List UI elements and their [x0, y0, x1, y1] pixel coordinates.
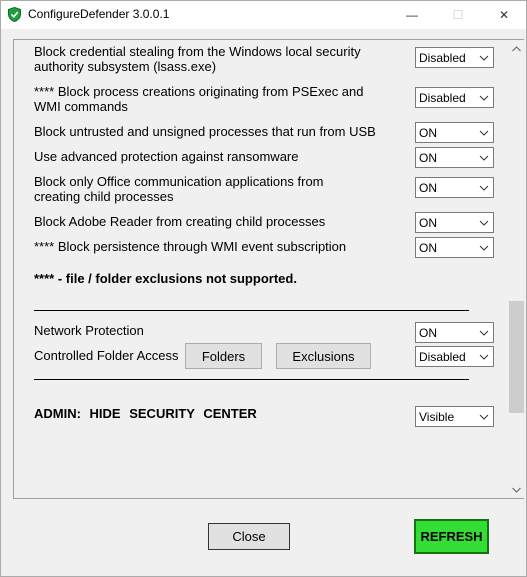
rule-select-psexec-wmi[interactable]: Disabled [415, 87, 494, 108]
scrollbar-thumb[interactable] [509, 301, 524, 413]
scroll-up-icon[interactable] [508, 40, 525, 57]
folders-button[interactable]: Folders [185, 343, 262, 369]
rule-label-wmi-persistence: **** Block persistence through WMI event… [34, 239, 347, 254]
exclusions-button[interactable]: Exclusions [276, 343, 371, 369]
network-protection-select[interactable]: ON [415, 322, 494, 343]
rule-label-office-communication: Block only Office communication applicat… [34, 174, 324, 204]
rule-label-adobe-reader: Block Adobe Reader from creating child p… [34, 214, 326, 229]
chevron-down-icon [479, 217, 489, 227]
controlled-folder-access-select[interactable]: Disabled [415, 346, 494, 367]
rule-select-office-communication[interactable]: ON [415, 177, 494, 198]
rule-select-usb-processes[interactable]: ON [415, 122, 494, 143]
scroll-down-icon[interactable] [508, 481, 525, 498]
close-window-button[interactable]: ✕ [481, 1, 527, 29]
title-bar[interactable]: ConfigureDefender 3.0.0.1 — ☐ ✕ [1, 1, 526, 29]
app-window: ConfigureDefender 3.0.0.1 — ☐ ✕ Block cr… [0, 0, 527, 577]
chevron-down-icon [479, 242, 489, 252]
refresh-button[interactable]: REFRESH [414, 519, 489, 554]
chevron-down-icon [479, 127, 489, 137]
rule-select-wmi-persistence[interactable]: ON [415, 237, 494, 258]
rule-label-usb-processes: Block untrusted and unsigned processes t… [34, 124, 376, 139]
maximize-button[interactable]: ☐ [435, 1, 481, 29]
rule-label-credential-stealing: Block credential stealing from the Windo… [34, 44, 361, 74]
close-button[interactable]: Close [208, 523, 290, 550]
chevron-down-icon [479, 411, 489, 421]
settings-panel: Block credential stealing from the Windo… [13, 39, 525, 499]
divider [34, 379, 469, 380]
chevron-down-icon [479, 92, 489, 102]
rule-label-ransomware: Use advanced protection against ransomwa… [34, 149, 299, 164]
chevron-down-icon [479, 351, 489, 361]
rule-select-ransomware[interactable]: ON [415, 147, 494, 168]
rule-select-adobe-reader[interactable]: ON [415, 212, 494, 233]
network-protection-label: Network Protection [34, 323, 144, 338]
controlled-folder-access-label: Controlled Folder Access [34, 348, 179, 363]
admin-hide-security-center-label: ADMIN: HIDE SECURITY CENTER [34, 406, 257, 421]
chevron-down-icon [479, 327, 489, 337]
rule-select-credential-stealing[interactable]: Disabled [415, 47, 494, 68]
admin-hide-security-center-select[interactable]: Visible [415, 406, 494, 427]
chevron-down-icon [479, 52, 489, 62]
shield-icon [8, 6, 21, 23]
vertical-scrollbar[interactable] [508, 40, 525, 498]
rule-label-psexec-wmi: **** Block process creations originating… [34, 84, 364, 114]
window-title: ConfigureDefender 3.0.0.1 [28, 7, 170, 21]
divider [34, 310, 469, 311]
exclusions-note: **** - file / folder exclusions not supp… [34, 271, 297, 286]
chevron-down-icon [479, 182, 489, 192]
minimize-button[interactable]: — [389, 1, 435, 29]
chevron-down-icon [479, 152, 489, 162]
